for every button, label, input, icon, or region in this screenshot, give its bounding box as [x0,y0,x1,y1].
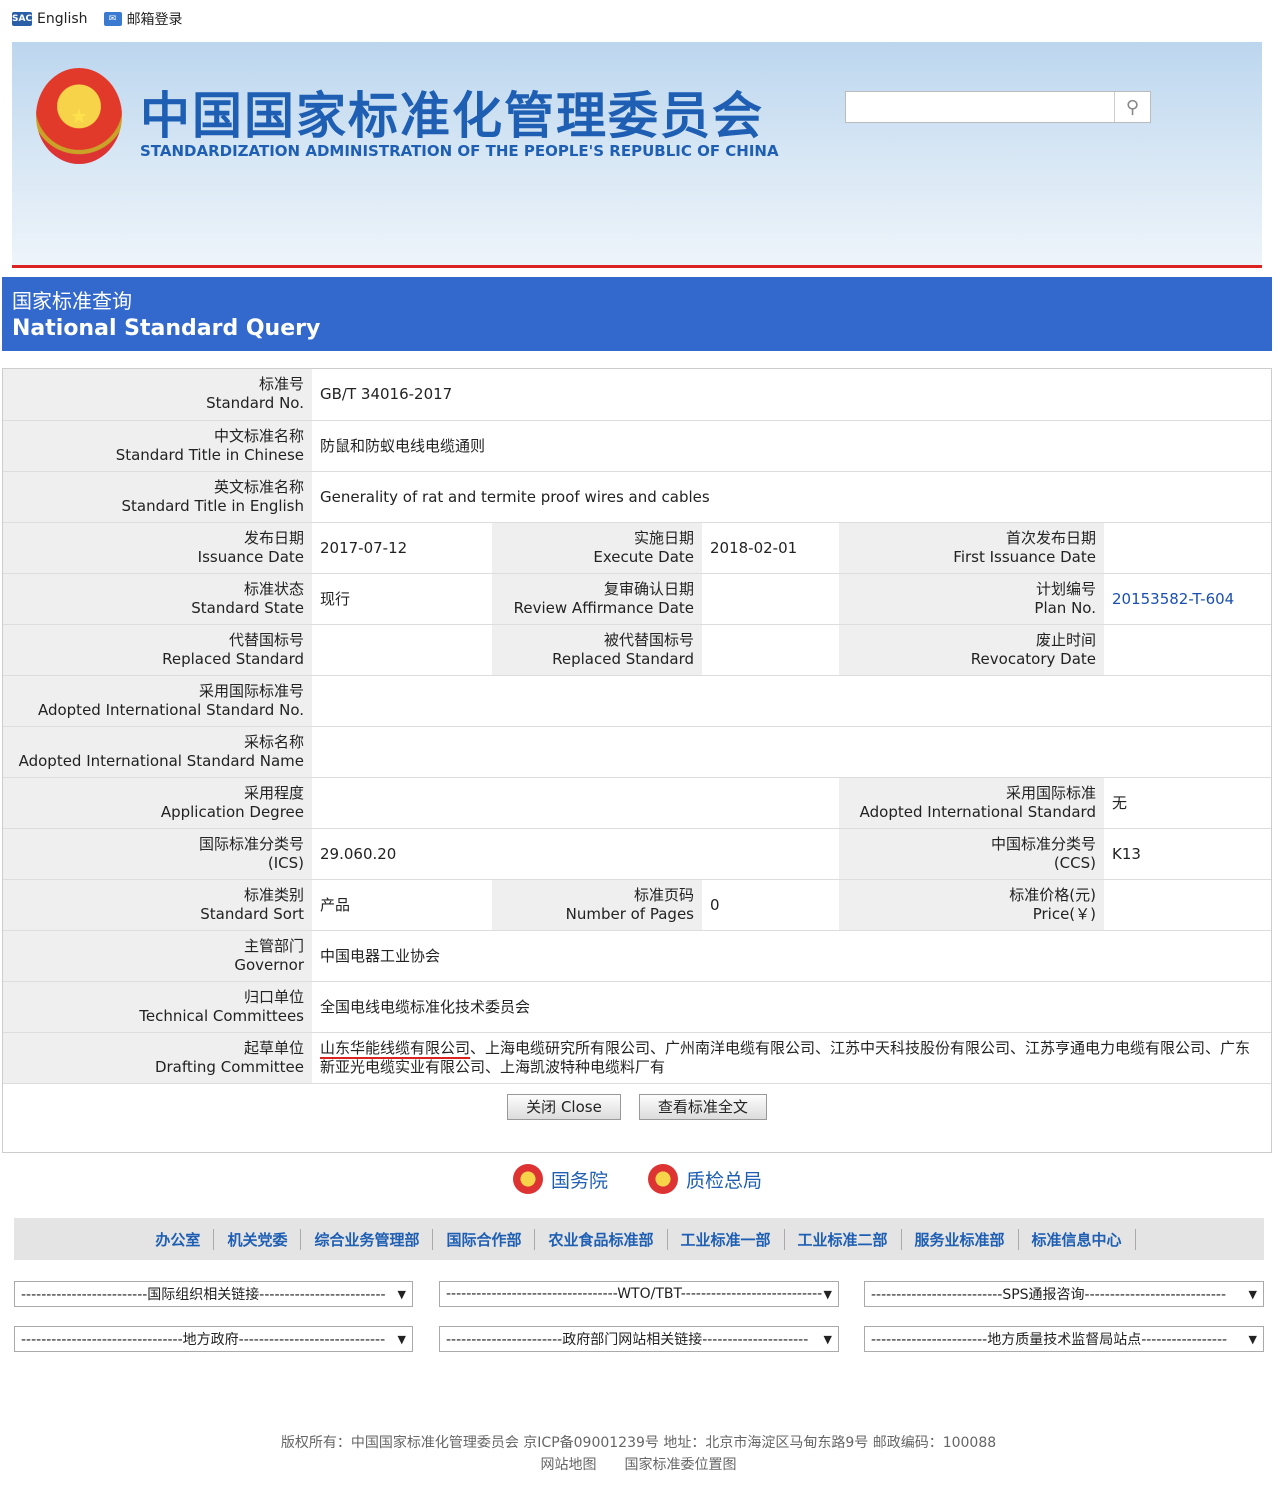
query-header: 国家标准查询 National Standard Query [2,277,1272,351]
row-classification: 国际标准分类号 (ICS) 29.060.20 中国标准分类号 (CCS) K13 [3,828,1271,880]
aqsiq-link[interactable]: 质检总局 [648,1164,762,1194]
nav-item[interactable]: 国际合作部 [433,1228,536,1250]
nav-item[interactable]: 农业食品标准部 [535,1228,668,1250]
row-dates: 发布日期 Issuance Date 2017-07-12 实施日期 Execute … [3,522,1271,574]
english-link[interactable]: SAC English [12,11,88,27]
row-title-cn: 中文标准名称 Standard Title in Chinese 防鼠和防蚁电线电缆… [3,420,1271,472]
dropdown-arrow-icon: ▼ [1248,1287,1257,1301]
sac-logo-icon: SAC [12,12,33,26]
view-fulltext-button[interactable]: 查看标准全文 [638,1093,767,1120]
local-gov-select[interactable]: --------------------------------地方政府----… [14,1326,413,1352]
row-degree: 采用程度 Application Degree 采用国际标准 Adopted Int… [3,777,1271,829]
site-banner: ★ 中国国家标准化管理委员会 STANDARDIZATION ADMINISTR… [12,42,1262,268]
mail-login-link[interactable]: ✉ 邮箱登录 [103,9,183,29]
row-tc: 归口单位 Technical Committees 全国电线电缆标准化技术委员会 [3,981,1271,1033]
nav-item[interactable]: 工业标准一部 [668,1228,785,1250]
gov-dept-select[interactable]: -----------------------政府部门网站相关链接-------… [439,1326,839,1352]
site-title-cn: 中国国家标准化管理委员会 [140,86,764,145]
search-input[interactable] [846,92,1114,122]
sps-select[interactable]: --------------------------SPS通报咨询-------… [864,1281,1264,1307]
search-icon[interactable]: ⚲ [1114,92,1150,122]
row-adopt-no: 采用国际标准号 Adopted International Standard No… [3,675,1271,727]
row-state: 标准状态 Standard State 现行 复审确认日期 Review Affirm… [3,573,1271,625]
footer: 版权所有：中国国家标准化管理委员会 京ICP备09001239号 地址：北京市海… [280,1435,997,1473]
emblem-icon [648,1164,679,1194]
wto-select[interactable]: ----------------------------------WTO/TB… [439,1281,839,1307]
plan-no-link[interactable]: 20153582-T-604 [1104,573,1271,625]
row-standard-no: 标准号 Standard No. GB/T 34016-2017 [3,369,1271,421]
row-title-en: 英文标准名称 Standard Title in English Generalit… [3,471,1271,523]
gov-links: 国务院 质检总局 [513,1164,762,1194]
row-drafting: 起草单位 Drafting Committee 山东华能线缆有限公司、上海电缆研究所… [3,1032,1271,1084]
dropdown-arrow-icon: ▼ [397,1332,406,1346]
dropdown-arrow-icon: ▼ [1248,1332,1257,1346]
nav-item[interactable]: 办公室 [142,1228,215,1250]
row-replaced: 代替国标号 Replaced Standard 被代替国标号 Replaced St… [3,624,1271,676]
highlighted-company: 山东华能线缆有限公司 [320,1038,471,1059]
nav-item[interactable]: 服务业标准部 [902,1228,1019,1250]
standard-detail-table: 标准号 Standard No. GB/T 34016-2017 中文标准名称 Sta… [2,368,1272,1153]
dropdown-arrow-icon: ▼ [397,1287,406,1301]
nav-item[interactable]: 标准信息中心 [1019,1228,1136,1250]
row-governor: 主管部门 Governor 中国电器工业协会 [3,930,1271,982]
nav-item[interactable]: 机关党委 [214,1228,302,1250]
nav-item[interactable]: 工业标准二部 [785,1228,902,1250]
row-sort: 标准类别 Standard Sort 产品 标准页码 Number of Pages 0… [3,879,1271,931]
site-title-en: STANDARDIZATION ADMINISTRATION OF THE PE… [140,142,779,160]
nav-item[interactable]: 综合业务管理部 [301,1228,434,1250]
location-map-link[interactable]: 国家标准委位置图 [625,1457,737,1473]
emblem-icon [513,1164,543,1194]
mail-icon: ✉ [103,12,122,26]
intl-links-select[interactable]: -------------------------国际组织相关链接-------… [14,1281,413,1307]
state-council-link[interactable]: 国务院 [513,1164,608,1194]
close-button[interactable]: 关闭 Close [507,1093,621,1120]
dropdown-arrow-icon: ▼ [823,1287,832,1301]
search-box: ⚲ [845,91,1151,123]
sitemap-link[interactable]: 网站地图 [541,1457,597,1473]
national-emblem-icon: ★ [36,68,122,164]
quality-bureau-select[interactable]: -----------------------地方质量技术监督局站点------… [864,1326,1264,1352]
dropdown-arrow-icon: ▼ [823,1332,832,1346]
row-adopt-name: 采标名称 Adopted International Standard Name [3,726,1271,778]
department-nav: 办公室 机关党委 综合业务管理部 国际合作部 农业食品标准部 工业标准一部 工业… [14,1218,1264,1260]
